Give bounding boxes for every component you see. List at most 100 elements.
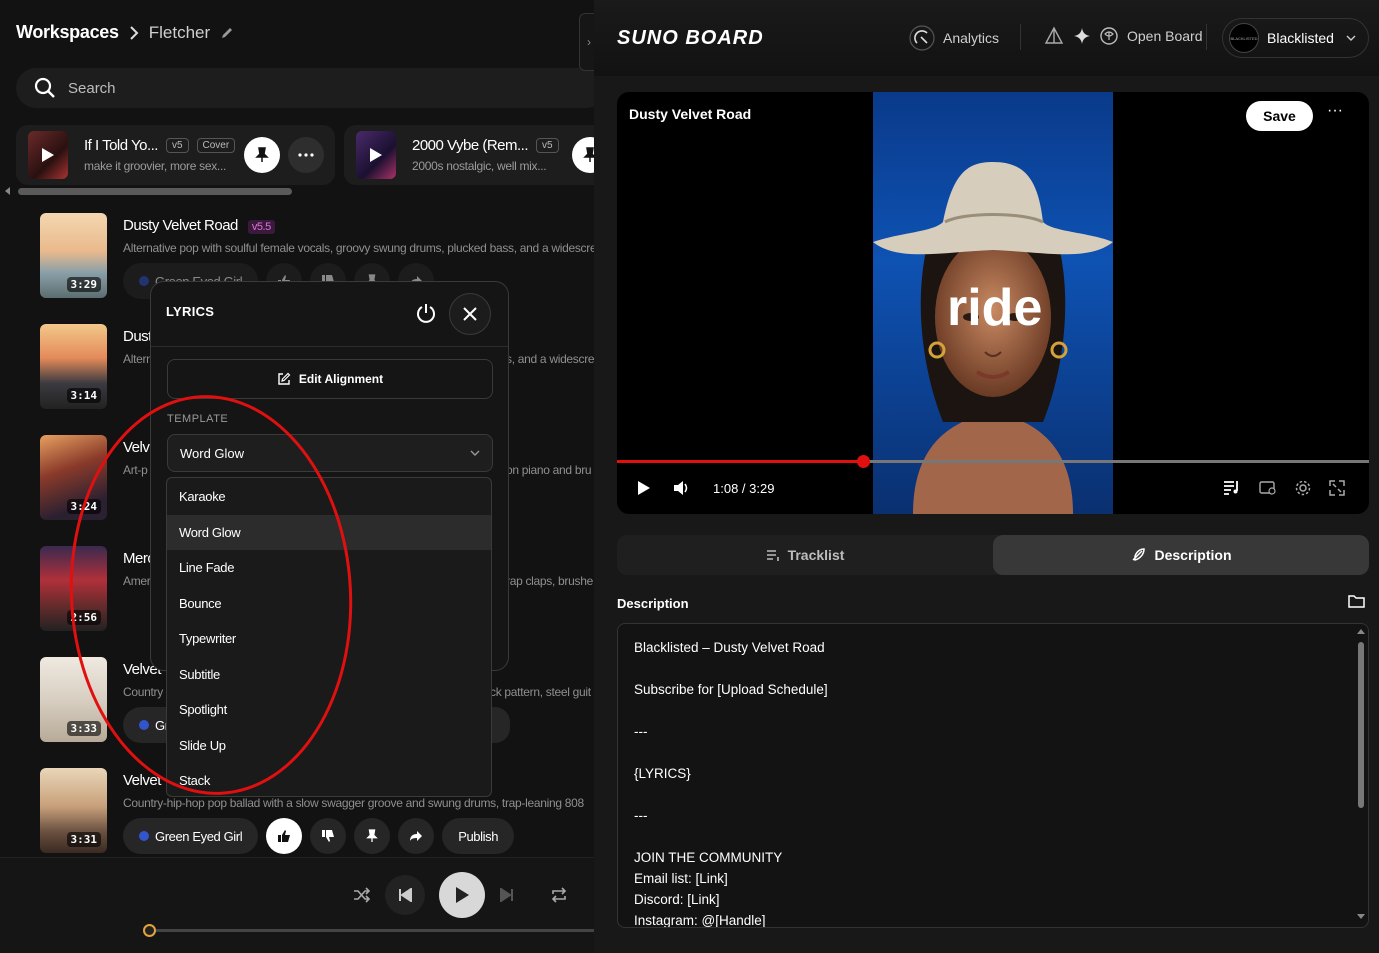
card-thumbnail bbox=[28, 131, 68, 179]
avatar: BLACKLISTED bbox=[1229, 23, 1259, 53]
song-artwork[interactable]: 3:24 bbox=[40, 435, 107, 520]
vertical-scrollbar[interactable] bbox=[1358, 642, 1364, 808]
bottom-player bbox=[0, 857, 594, 953]
video-player[interactable]: Dusty Velvet Road Save ··· ride 1:08 / 3… bbox=[617, 92, 1369, 514]
lyric-overlay-word: ride bbox=[947, 279, 1043, 337]
scroll-left-arrow[interactable] bbox=[5, 187, 10, 195]
open-board-label: Open Board bbox=[1127, 28, 1203, 44]
edit-icon bbox=[278, 372, 291, 385]
play-icon[interactable] bbox=[637, 480, 651, 496]
artist-chip[interactable]: Green Eyed Girl bbox=[123, 818, 259, 854]
song-title[interactable]: Dust bbox=[123, 328, 152, 345]
play-icon[interactable] bbox=[369, 147, 383, 163]
pin-icon bbox=[366, 829, 379, 842]
nav-divider bbox=[1020, 24, 1021, 50]
breadcrumb: Workspaces Fletcher bbox=[16, 22, 234, 43]
shuffle-icon[interactable] bbox=[353, 887, 371, 903]
song-duration: 3:33 bbox=[66, 721, 101, 736]
dislike-button[interactable] bbox=[310, 818, 347, 854]
template-option-subtitle[interactable]: Subtitle bbox=[167, 657, 491, 693]
song-title[interactable]: Dusty Velvet Road bbox=[123, 217, 238, 234]
play-button[interactable] bbox=[439, 872, 485, 918]
breadcrumb-workspaces[interactable]: Workspaces bbox=[16, 22, 119, 43]
pencil-icon[interactable] bbox=[220, 26, 234, 40]
cover-badge: Cover bbox=[196, 138, 236, 153]
artist-avatar bbox=[139, 276, 149, 286]
template-option-stack[interactable]: Stack bbox=[167, 763, 491, 799]
publish-button[interactable]: Publish bbox=[442, 818, 515, 854]
board-panel: SUNO BOARD Analytics Open Board BLACKLIS… bbox=[594, 0, 1379, 953]
description-textarea[interactable]: Blacklisted – Dusty Velvet Road Subscrib… bbox=[617, 623, 1369, 928]
next-icon[interactable] bbox=[499, 888, 515, 902]
save-button[interactable]: Save bbox=[1246, 101, 1313, 131]
scroll-up-arrow[interactable] bbox=[1357, 629, 1365, 634]
progress-handle[interactable] bbox=[143, 924, 156, 937]
like-button[interactable] bbox=[266, 818, 303, 854]
close-button[interactable] bbox=[449, 293, 491, 335]
template-option-spotlight[interactable]: Spotlight bbox=[167, 692, 491, 728]
folder-icon[interactable] bbox=[1348, 594, 1365, 609]
workspace-panel: Workspaces Fletcher Search If I Told Yo.… bbox=[0, 0, 594, 953]
fullscreen-icon[interactable] bbox=[1329, 480, 1345, 496]
repeat-icon[interactable] bbox=[551, 887, 567, 903]
song-artwork[interactable]: 3:29 bbox=[40, 213, 107, 298]
search-bar[interactable]: Search bbox=[16, 68, 594, 108]
template-option-word-glow[interactable]: Word Glow bbox=[167, 514, 491, 550]
song-artwork[interactable]: 3:14 bbox=[40, 324, 107, 409]
card-title: 2000 Vybe (Rem... bbox=[412, 137, 529, 154]
chevron-down-icon bbox=[1346, 35, 1356, 41]
lyrics-icon[interactable] bbox=[1223, 480, 1241, 496]
description-line: Instagram: @[Handle] bbox=[634, 913, 766, 928]
video-time: 1:08 / 3:29 bbox=[713, 480, 775, 496]
username: Blacklisted bbox=[1267, 30, 1334, 46]
volume-icon[interactable] bbox=[673, 480, 691, 496]
song-title[interactable]: Velvet bbox=[123, 772, 161, 789]
card-title: If I Told Yo... bbox=[84, 137, 158, 154]
analytics-link[interactable]: Analytics bbox=[909, 25, 999, 51]
song-duration: 2:56 bbox=[66, 610, 101, 625]
description-line: JOIN THE COMMUNITY bbox=[634, 850, 783, 865]
song-artwork[interactable]: 3:31 bbox=[40, 768, 107, 853]
edit-alignment-button[interactable]: Edit Alignment bbox=[167, 359, 493, 399]
song-artwork[interactable]: 2:56 bbox=[40, 546, 107, 631]
play-icon[interactable] bbox=[41, 147, 55, 163]
open-board-link[interactable]: Open Board bbox=[1043, 25, 1203, 47]
pin-button[interactable] bbox=[244, 137, 280, 173]
more-icon[interactable]: ··· bbox=[1327, 102, 1343, 120]
song-duration: 3:29 bbox=[66, 277, 101, 292]
share-button[interactable] bbox=[398, 818, 435, 854]
divider bbox=[151, 346, 508, 347]
video-progress-handle[interactable] bbox=[856, 455, 870, 468]
horizontal-scrollbar[interactable] bbox=[18, 188, 292, 195]
song-artwork[interactable]: 3:33 bbox=[40, 657, 107, 742]
pin-button[interactable] bbox=[354, 818, 391, 854]
playback-progress[interactable] bbox=[148, 929, 594, 932]
song-title[interactable]: Velv bbox=[123, 439, 150, 456]
pin-button[interactable] bbox=[572, 137, 594, 173]
tab-description[interactable]: Description bbox=[993, 535, 1369, 575]
template-option-line-fade[interactable]: Line Fade bbox=[167, 550, 491, 586]
template-select[interactable]: Word Glow bbox=[167, 434, 493, 472]
search-input[interactable]: Search bbox=[68, 80, 116, 97]
template-option-typewriter[interactable]: Typewriter bbox=[167, 621, 491, 657]
template-option-slide-up[interactable]: Slide Up bbox=[167, 728, 491, 764]
gear-icon[interactable] bbox=[1295, 480, 1311, 496]
tab-description-label: Description bbox=[1154, 547, 1232, 563]
power-icon[interactable] bbox=[415, 302, 437, 324]
more-button[interactable] bbox=[288, 137, 324, 173]
version-badge: v5 bbox=[165, 138, 189, 153]
scroll-down-arrow[interactable] bbox=[1357, 914, 1365, 919]
user-menu[interactable]: BLACKLISTED Blacklisted bbox=[1222, 18, 1369, 58]
template-option-karaoke[interactable]: Karaoke bbox=[167, 479, 491, 515]
recent-card[interactable]: If I Told Yo... v5 Cover make it groovier,… bbox=[16, 125, 335, 185]
cast-icon[interactable] bbox=[1259, 480, 1277, 496]
breadcrumb-current[interactable]: Fletcher bbox=[149, 23, 210, 43]
recent-card[interactable]: 2000 Vybe (Rem... v5 2000s nostalgic, wel… bbox=[344, 125, 594, 185]
song-description-tail: s, and a widescre bbox=[506, 352, 594, 366]
brand-logo[interactable]: SUNO BOARD bbox=[617, 27, 764, 50]
tab-tracklist-label: Tracklist bbox=[787, 547, 845, 563]
description-line: Subscribe for [Upload Schedule] bbox=[634, 682, 828, 697]
tab-tracklist[interactable]: Tracklist bbox=[617, 535, 993, 575]
previous-button[interactable] bbox=[385, 875, 425, 915]
template-option-bounce[interactable]: Bounce bbox=[167, 586, 491, 622]
